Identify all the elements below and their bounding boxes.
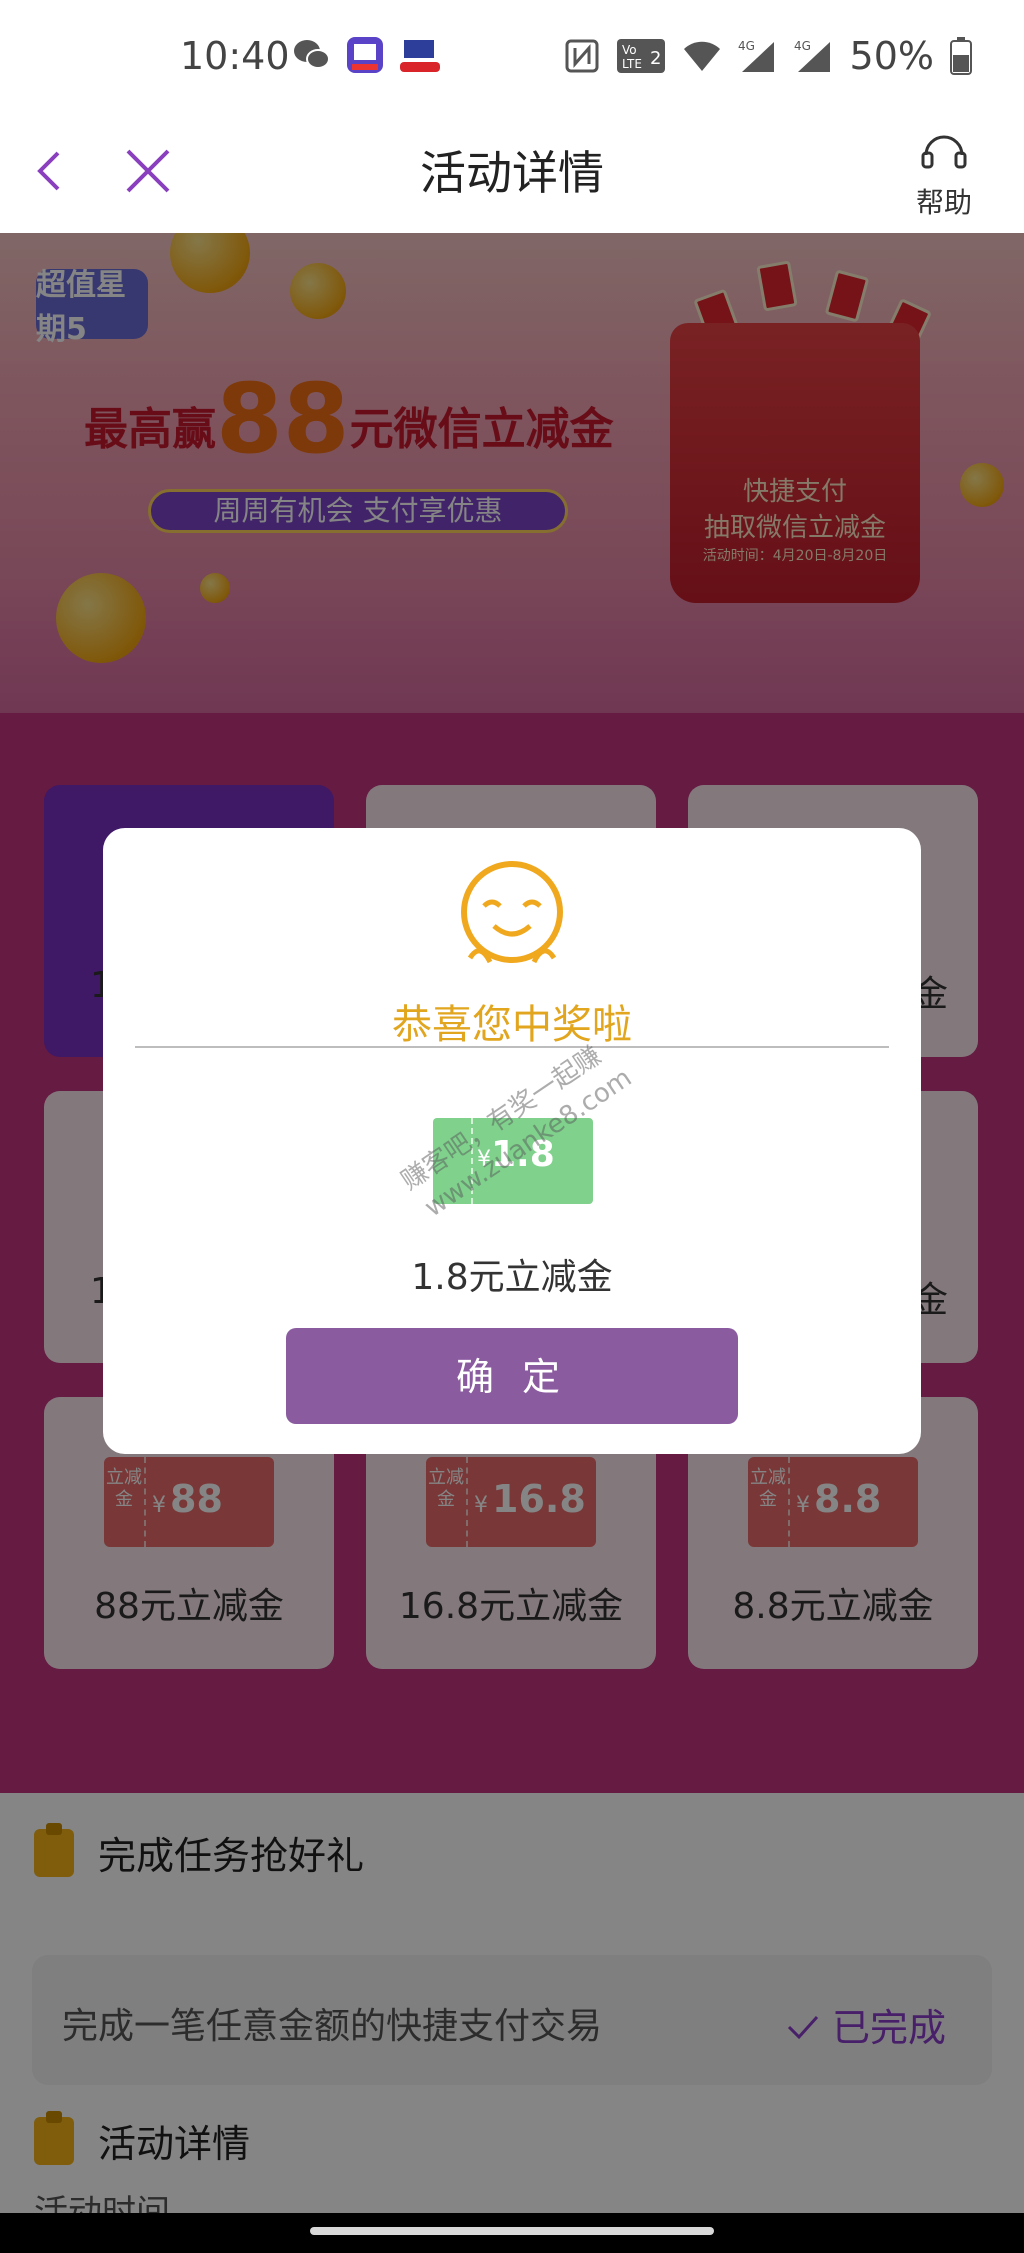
notification-icons	[292, 36, 442, 74]
signal-4g-icon: 4G	[794, 38, 834, 74]
svg-text:4G: 4G	[738, 39, 755, 53]
battery-icon	[950, 37, 972, 75]
home-indicator[interactable]	[310, 2227, 714, 2235]
wifi-icon	[682, 39, 722, 73]
page-title: 活动详情	[420, 146, 604, 200]
signal-4g-icon: 4G	[738, 38, 778, 74]
divider	[135, 1046, 889, 1048]
svg-text:2: 2	[650, 48, 661, 69]
bank-app-icon	[398, 36, 442, 74]
help-label: 帮助	[915, 186, 972, 219]
nav-bar: 活动详情 帮助	[0, 115, 1024, 233]
svg-text:LTE: LTE	[622, 57, 642, 71]
battery-percent: 50%	[849, 34, 934, 78]
help-button[interactable]: 帮助	[894, 125, 994, 221]
gesture-bar	[0, 2213, 1024, 2253]
nfc-icon	[564, 38, 600, 74]
dialog-title: 恭喜您中奖啦	[392, 1002, 632, 1048]
svg-text:Vo: Vo	[622, 43, 637, 57]
volte-icon: Vo LTE 2	[616, 38, 666, 74]
tie-app-icon	[346, 36, 384, 74]
svg-text:4G: 4G	[794, 39, 811, 53]
confirm-button[interactable]: 确 定	[286, 1328, 738, 1424]
smiley-icon	[461, 861, 563, 964]
status-bar: 10:40 Vo LTE 2 4G 4G 50%	[0, 0, 1024, 115]
win-dialog: 恭喜您中奖啦 ¥1.8 赚客吧，有奖一起赚 www.zuanke8.com 1.…	[103, 828, 921, 1454]
headset-icon	[921, 135, 967, 169]
system-icons: Vo LTE 2 4G 4G 50%	[564, 34, 972, 78]
prize-text: 1.8元立减金	[411, 1257, 613, 1298]
wechat-icon	[292, 36, 332, 74]
status-time: 10:40	[180, 34, 290, 78]
